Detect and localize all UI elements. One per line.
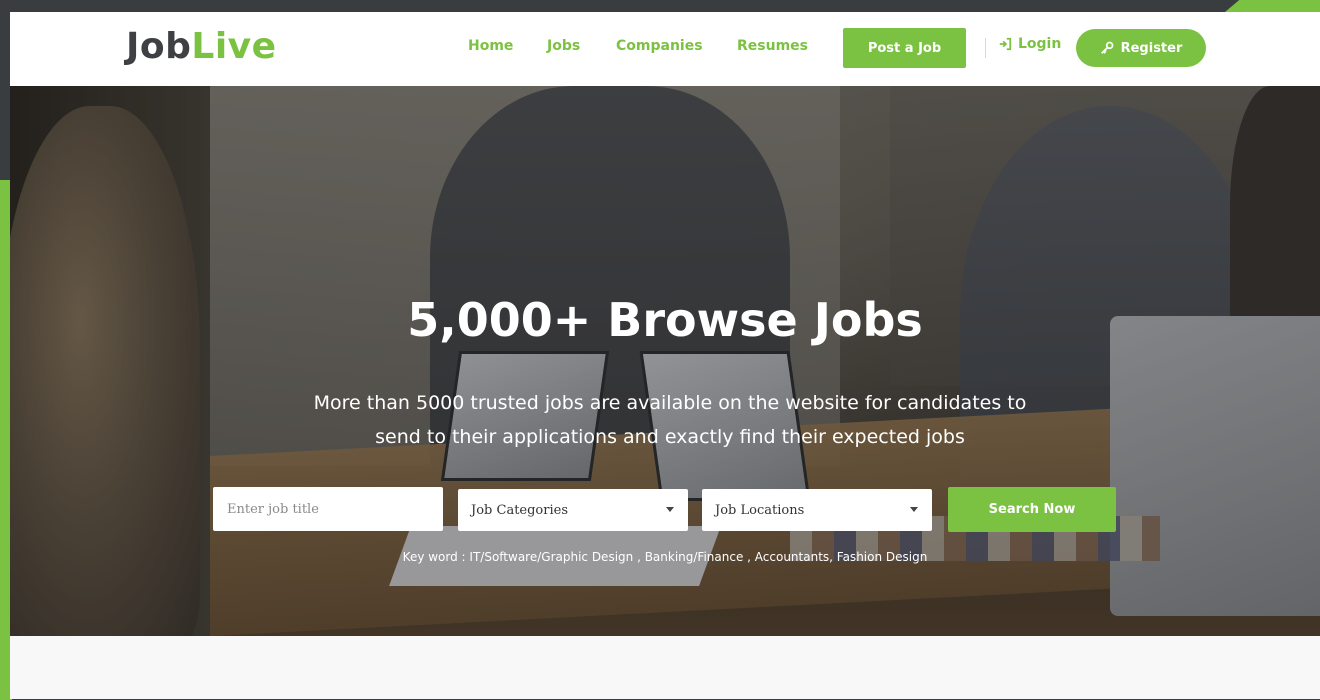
screenshot-frame: JobLive Home Jobs Companies Resumes Post…	[0, 0, 1320, 700]
site-logo[interactable]: JobLive	[126, 26, 277, 67]
login-label: Login	[1018, 36, 1062, 52]
keyword-suggestions: Key word : IT/Software/Graphic Design , …	[402, 550, 928, 564]
job-categories-value: Job Categories	[471, 502, 568, 518]
job-categories-select[interactable]: Job Categories	[458, 489, 688, 531]
job-locations-select[interactable]: Job Locations	[702, 489, 932, 531]
nav-home[interactable]: Home	[468, 38, 513, 54]
header-divider	[985, 38, 986, 58]
site-header: JobLive Home Jobs Companies Resumes Post…	[10, 12, 1320, 86]
login-link[interactable]: Login	[998, 36, 1061, 52]
hero-subtitle-line: send to their applications and exactly f…	[375, 426, 965, 448]
nav-resumes[interactable]: Resumes	[737, 38, 808, 54]
post-job-button[interactable]: Post a Job	[843, 28, 966, 68]
nav-jobs[interactable]: Jobs	[547, 38, 580, 54]
green-accent-corner	[1225, 0, 1320, 12]
website-page: JobLive Home Jobs Companies Resumes Post…	[10, 12, 1320, 699]
key-icon	[1100, 41, 1113, 54]
job-title-input[interactable]	[213, 487, 443, 531]
nav-companies[interactable]: Companies	[616, 38, 703, 54]
sign-in-icon	[999, 37, 1012, 51]
hero-subtitle-line: More than 5000 trusted jobs are availabl…	[313, 392, 1027, 414]
hero-banner: 5,000+ Browse Jobs More than 5000 truste…	[10, 86, 1320, 636]
hero-title: 5,000+ Browse Jobs	[407, 293, 923, 347]
hero-subtitle: More than 5000 trusted jobs are availabl…	[190, 386, 1150, 454]
register-label: Register	[1120, 40, 1183, 56]
register-button[interactable]: Register	[1076, 29, 1206, 67]
caret-down-icon	[666, 507, 674, 512]
logo-text-live: Live	[191, 26, 277, 67]
search-now-button[interactable]: Search Now	[948, 487, 1116, 532]
logo-text-job: Job	[126, 26, 192, 67]
caret-down-icon	[910, 507, 918, 512]
job-locations-value: Job Locations	[715, 502, 805, 518]
